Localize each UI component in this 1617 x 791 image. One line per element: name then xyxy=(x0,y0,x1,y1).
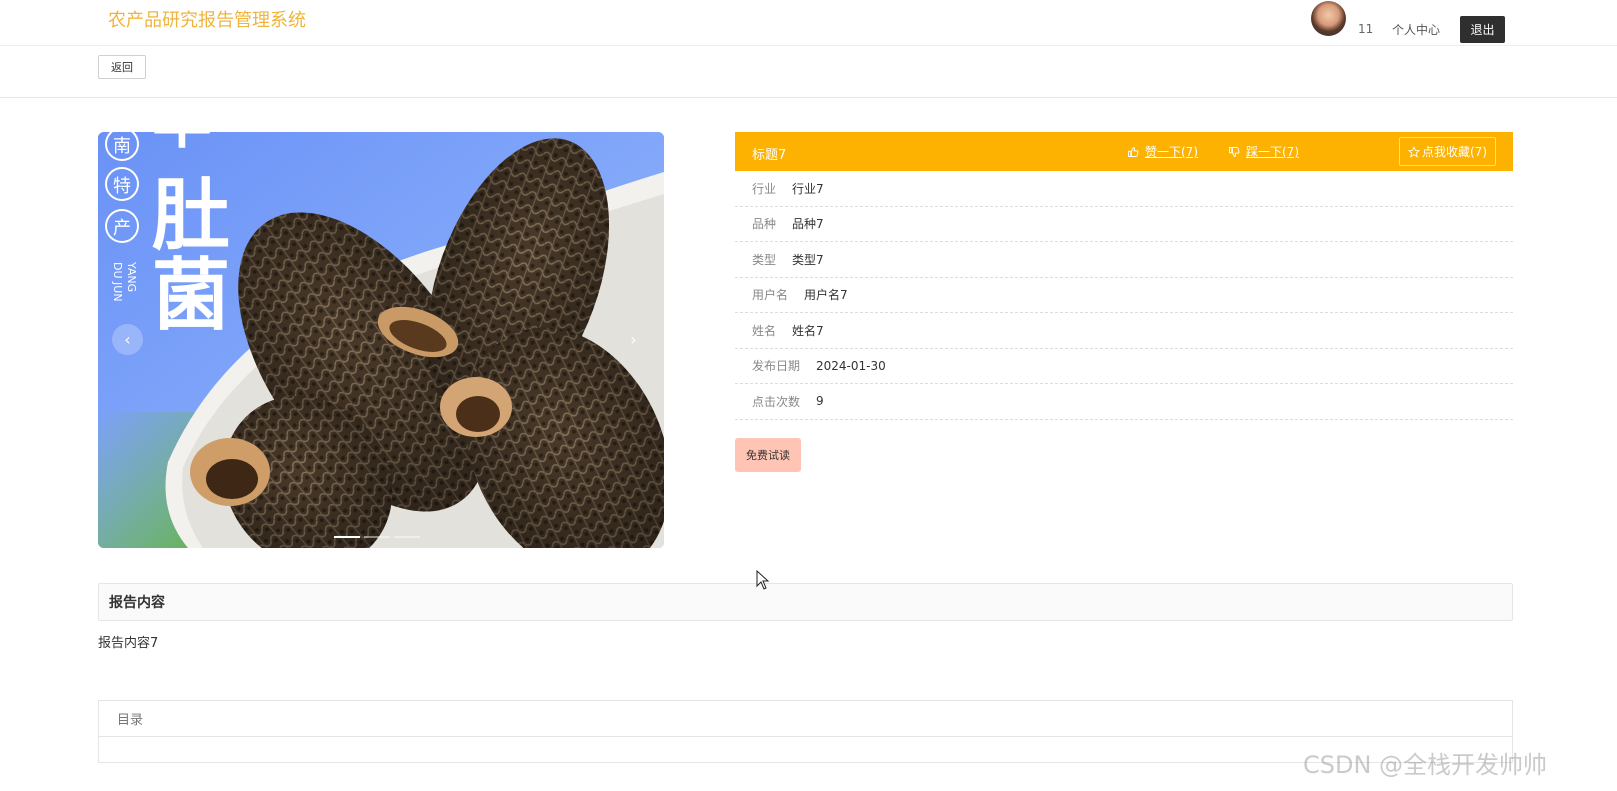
favorite-button[interactable]: 点我收藏(7) xyxy=(1399,137,1496,166)
carousel-dot[interactable] xyxy=(364,536,390,538)
carousel-indicators xyxy=(334,536,420,538)
svg-text:肚: 肚 xyxy=(152,171,230,261)
carousel-prev-button[interactable]: ‹ xyxy=(112,324,143,355)
svg-text:产: 产 xyxy=(113,218,131,239)
free-trial-button[interactable]: 免费试读 xyxy=(735,438,801,472)
star-icon xyxy=(1408,145,1420,158)
field-row-click-count: 点击次数 9 xyxy=(735,384,1513,420)
table-of-contents: 目录 xyxy=(98,700,1513,763)
like-button[interactable]: 赞一下(7) xyxy=(1127,143,1198,160)
carousel-dot[interactable] xyxy=(334,536,360,538)
field-row-name: 姓名 姓名7 xyxy=(735,313,1513,349)
field-row-publish-date: 发布日期 2024-01-30 xyxy=(735,349,1513,384)
field-label: 品种 xyxy=(752,217,777,232)
field-label: 类型 xyxy=(752,252,777,267)
field-row-username: 用户名 用户名7 xyxy=(735,278,1513,313)
field-row-industry: 行业 行业7 xyxy=(735,171,1513,207)
logout-button[interactable]: 退出 xyxy=(1460,16,1505,43)
svg-text:羊: 羊 xyxy=(152,132,212,157)
field-row-type: 类型 类型7 xyxy=(735,242,1513,278)
carousel-next-button[interactable]: › xyxy=(618,324,649,355)
dislike-button[interactable]: 踩一下(7) xyxy=(1228,143,1299,160)
back-button[interactable]: 返回 xyxy=(98,55,146,79)
field-value: 类型7 xyxy=(792,252,824,267)
report-content-header: 报告内容 xyxy=(98,583,1513,621)
field-value: 2024-01-30 xyxy=(816,358,886,373)
field-label: 姓名 xyxy=(752,323,777,338)
dislike-label: 踩一下(7) xyxy=(1246,145,1299,159)
field-value: 9 xyxy=(816,394,824,409)
carousel-slide-image: 南 特 产 肚 菌 羊 YANG DU JUN xyxy=(98,132,664,548)
toc-title: 目录 xyxy=(99,701,1512,737)
user-name: 11 xyxy=(1358,22,1374,36)
field-value: 行业7 xyxy=(792,181,824,196)
field-label: 点击次数 xyxy=(752,394,801,409)
image-carousel[interactable]: 南 特 产 肚 菌 羊 YANG DU JUN ‹ › xyxy=(98,132,664,548)
report-content-body: 报告内容7 xyxy=(98,636,159,651)
field-label: 发布日期 xyxy=(752,359,801,374)
thumbs-up-icon xyxy=(1128,146,1139,157)
site-title: 农产品研究报告管理系统 xyxy=(108,10,306,31)
field-row-variety: 品种 品种7 xyxy=(735,207,1513,242)
svg-text:YANG: YANG xyxy=(125,261,138,292)
field-label: 行业 xyxy=(752,181,777,196)
field-value: 用户名7 xyxy=(804,288,848,303)
avatar[interactable] xyxy=(1311,1,1346,36)
svg-text:DU JUN: DU JUN xyxy=(111,262,124,302)
field-value: 品种7 xyxy=(792,217,824,232)
detail-title-bar: 标题7 赞一下(7) 踩一下(7) 点我收藏(7) xyxy=(735,132,1513,171)
like-label: 赞一下(7) xyxy=(1145,145,1198,159)
svg-text:特: 特 xyxy=(113,176,131,197)
watermark: CSDN @全栈开发帅帅 xyxy=(1303,751,1548,779)
detail-title: 标题7 xyxy=(752,148,787,163)
field-label: 用户名 xyxy=(752,288,789,303)
svg-text:南: 南 xyxy=(113,136,131,157)
back-bar: 返回 xyxy=(0,46,1617,98)
top-header: 农产品研究报告管理系统 11 个人中心 退出 xyxy=(0,0,1617,46)
mouse-cursor-icon xyxy=(756,570,770,590)
detail-panel: 标题7 赞一下(7) 踩一下(7) 点我收藏(7) 行业 行业7 品种 品种7 … xyxy=(735,132,1513,472)
carousel-dot[interactable] xyxy=(394,536,420,538)
user-center-link[interactable]: 个人中心 xyxy=(1392,21,1440,38)
thumbs-down-icon xyxy=(1229,146,1240,157)
svg-text:菌: 菌 xyxy=(152,251,230,341)
favorite-label: 点我收藏(7) xyxy=(1422,145,1487,159)
field-value: 姓名7 xyxy=(792,323,824,338)
